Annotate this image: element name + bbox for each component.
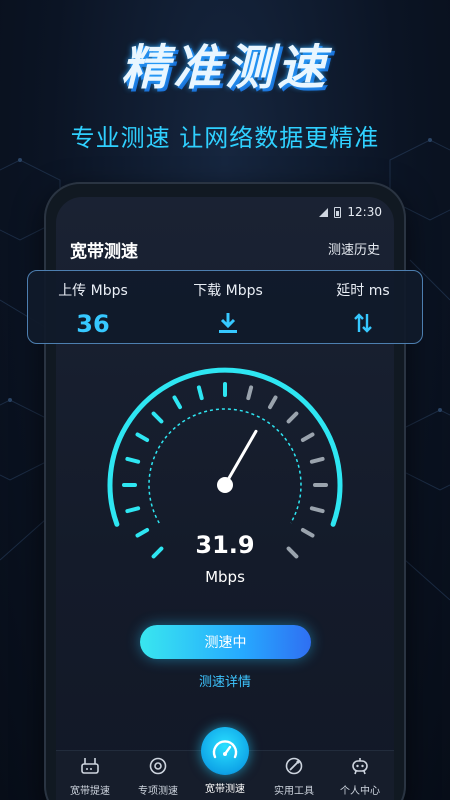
history-link[interactable]: 测速历史 — [328, 239, 380, 258]
gauge-tick — [309, 506, 325, 514]
tab-special-test[interactable]: 专项测速 — [128, 757, 188, 797]
tab-label: 宽带测速 — [205, 784, 245, 795]
tab-broadband-boost[interactable]: 宽带提速 — [60, 757, 120, 797]
tab-profile[interactable]: 个人中心 — [330, 757, 390, 797]
target-icon — [149, 757, 167, 775]
tab-broadband-test[interactable]: 宽带测速 — [197, 727, 253, 795]
metrics-panel: 上传 Mbps 36 下载 Mbps 延时 ms — [27, 270, 423, 344]
status-time: 12:30 — [347, 205, 382, 219]
gauge-hub — [217, 477, 233, 493]
upload-metric: 上传 Mbps 36 — [48, 271, 138, 338]
download-icon — [218, 312, 238, 338]
tab-label: 宽带提速 — [70, 786, 110, 797]
status-bar: 12:30 — [319, 205, 382, 219]
robot-icon — [352, 758, 368, 775]
download-metric: 下载 Mbps — [178, 271, 278, 338]
promo-subline: 专业测速 让网络数据更精准 — [70, 124, 380, 152]
gauge-tick — [125, 506, 141, 514]
upload-label: 上传 Mbps — [58, 283, 128, 299]
tools-icon — [285, 757, 303, 775]
gauge-tick — [309, 456, 325, 464]
speed-gauge — [107, 367, 343, 559]
promo-headline: 精准测速 — [120, 40, 329, 96]
gauge-inner-dashed-path — [148, 408, 302, 524]
latency-label: 延时 ms — [336, 283, 390, 299]
gauge-tick — [268, 395, 278, 410]
bottom-tab-bar: 宽带提速 专项测速 宽带测速 实用工具 个人中心 — [56, 727, 394, 800]
up-down-arrows-icon — [353, 312, 373, 338]
gauge-tick — [286, 411, 299, 424]
testing-button[interactable]: 测速中 — [140, 625, 311, 659]
gauge-tick — [125, 456, 141, 464]
test-details-link[interactable]: 测速详情 — [150, 671, 300, 690]
gauge-tick — [196, 385, 204, 401]
battery-icon — [334, 206, 342, 218]
gauge-tick — [135, 528, 150, 538]
gauge-tick — [246, 385, 254, 401]
gauge-needle — [223, 429, 258, 487]
speed-unit: Mbps — [205, 568, 245, 586]
download-label: 下载 Mbps — [193, 283, 263, 299]
page-title: 宽带测速 — [70, 242, 138, 262]
gauge-inner-dashed-arc — [148, 408, 302, 524]
gauge-tick — [135, 432, 150, 442]
gauge-tick — [151, 411, 164, 424]
tab-label: 实用工具 — [274, 786, 314, 797]
router-icon — [81, 758, 99, 774]
tab-tools[interactable]: 实用工具 — [264, 757, 324, 797]
upload-value: 36 — [76, 310, 110, 338]
signal-icon — [319, 207, 329, 217]
gauge-tick — [300, 432, 315, 442]
tab-center-circle — [201, 727, 249, 775]
tab-label: 专项测速 — [138, 786, 178, 797]
latency-metric: 延时 ms — [318, 271, 408, 338]
speedometer-icon — [212, 740, 238, 759]
gauge-tick — [300, 528, 315, 538]
speed-value: 31.9 — [195, 531, 255, 559]
tab-label: 个人中心 — [340, 786, 380, 797]
gauge-tick — [172, 395, 182, 410]
